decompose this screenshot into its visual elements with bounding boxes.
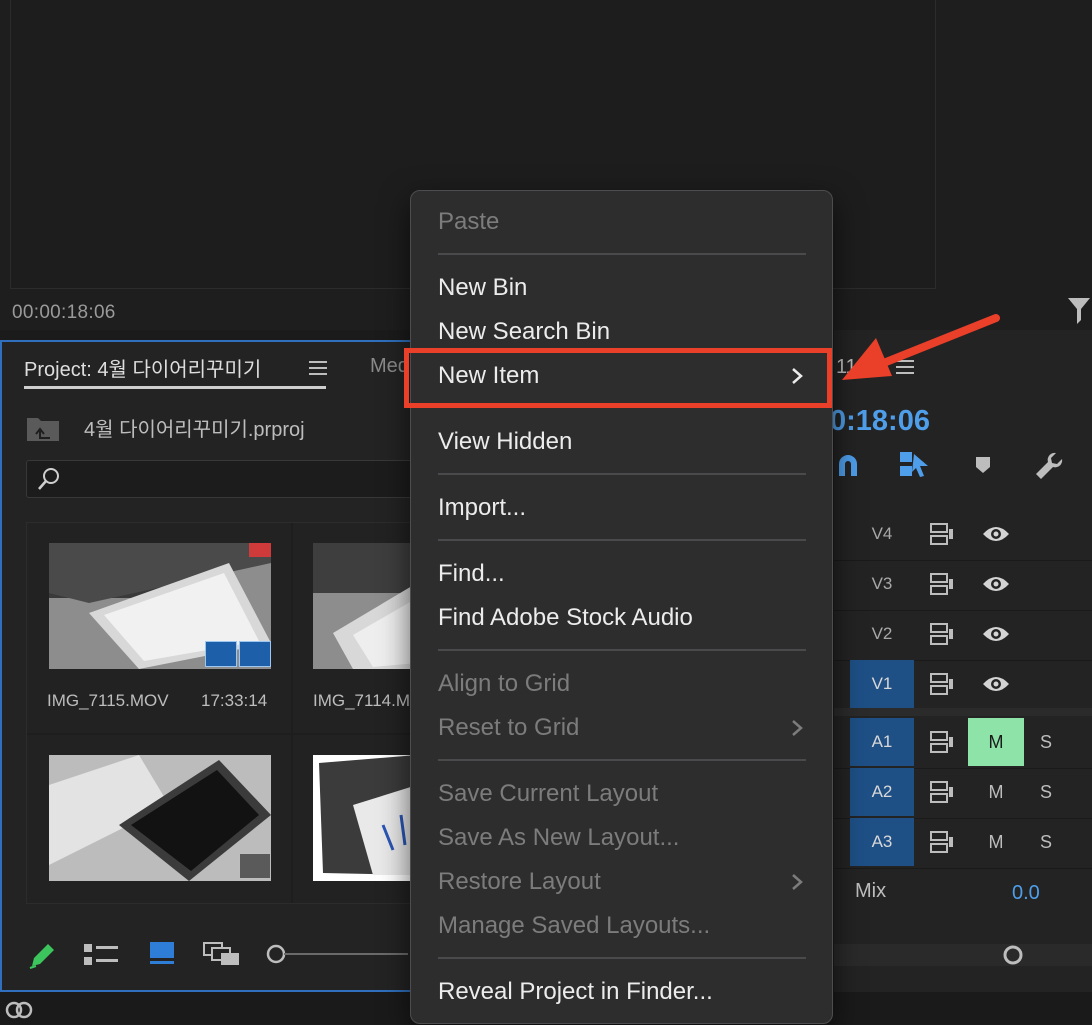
bin-grid: IMG_7115.MOV 17:33:14 IMG_7114.M [26, 522, 418, 904]
mix-label: Mix [855, 880, 887, 902]
thumbnail-image [49, 755, 271, 881]
mute-button[interactable]: M [968, 818, 1024, 866]
eye-icon[interactable] [982, 624, 1010, 649]
media-item-4[interactable] [293, 735, 417, 903]
menu-item-align-to-grid[interactable]: Align to Grid [438, 670, 570, 698]
track-label[interactable]: A1 [850, 718, 914, 766]
sync-lock-icon[interactable] [930, 831, 954, 858]
thumbnail-image [313, 543, 417, 669]
scrollbar-handle[interactable] [1002, 944, 1024, 971]
wrench-icon[interactable] [1034, 451, 1064, 486]
sync-lock-icon[interactable] [930, 623, 954, 650]
media-item-name: IMG_7114.M [313, 691, 411, 710]
menu-separator [438, 253, 806, 255]
marker-icon[interactable] [974, 455, 992, 480]
linked-selection-icon[interactable] [898, 450, 930, 485]
track-row-v2: V2 [834, 610, 1092, 661]
icon-view-icon[interactable] [150, 942, 174, 969]
menu-item-view-hidden[interactable]: View Hidden [438, 428, 572, 456]
track-row-v4: V4 [834, 510, 1092, 561]
menu-item-save-current-layout[interactable]: Save Current Layout [438, 780, 658, 808]
media-item-duration: 17:33:14 [201, 691, 268, 710]
folder-up-icon[interactable] [26, 414, 60, 447]
mute-button[interactable]: M [968, 718, 1024, 766]
track-divider[interactable] [834, 708, 1092, 716]
timeline-timecode[interactable]: 0:18:06 [830, 405, 930, 438]
track-label[interactable]: V2 [850, 610, 914, 658]
menu-separator [438, 649, 806, 651]
thumbnail-zoom-slider[interactable] [266, 944, 408, 964]
sync-lock-icon[interactable] [930, 523, 954, 550]
active-tab-underline [24, 386, 326, 389]
menu-item-save-as-new-layout[interactable]: Save As New Layout... [438, 824, 679, 852]
project-tab-label[interactable]: Project: 4월 다이어리꾸미기 [24, 353, 261, 382]
project-file-name: 4월 다이어리꾸미기.prproj [84, 419, 305, 441]
sync-lock-icon[interactable] [930, 673, 954, 700]
eye-icon[interactable] [982, 574, 1010, 599]
menu-item-reveal-project-in-finder[interactable]: Reveal Project in Finder... [438, 978, 713, 1006]
menu-item-new-bin[interactable]: New Bin [438, 274, 527, 302]
annotation-highlight-box [404, 348, 832, 408]
film-badge-icon [205, 641, 237, 667]
eye-icon[interactable] [982, 674, 1010, 699]
timeline-zoom-scrollbar[interactable] [834, 944, 1092, 966]
menu-item-reset-to-grid[interactable]: Reset to Grid [438, 714, 579, 742]
menu-separator [438, 957, 806, 959]
media-item-3[interactable] [27, 735, 291, 903]
mute-button[interactable]: M [968, 768, 1024, 816]
thumbnail-image [313, 755, 417, 881]
mix-value[interactable]: 0.0 [1012, 882, 1040, 905]
magnet-snap-icon[interactable] [836, 452, 860, 483]
track-row-a2: A2 M S [834, 768, 1092, 819]
menu-item-restore-layout[interactable]: Restore Layout [438, 868, 601, 896]
menu-separator [438, 473, 806, 475]
track-label[interactable]: V3 [850, 560, 914, 608]
annotation-arrow-icon [836, 310, 1002, 391]
audio-badge-icon [239, 641, 271, 667]
filter-icon[interactable] [1066, 296, 1092, 331]
audio-badge-icon [239, 853, 271, 879]
chevron-right-icon [790, 872, 804, 897]
sync-lock-icon[interactable] [930, 573, 954, 600]
sync-lock-icon[interactable] [930, 781, 954, 808]
menu-separator [438, 539, 806, 541]
list-view-icon[interactable] [84, 944, 118, 971]
sync-lock-icon[interactable] [930, 731, 954, 758]
menu-item-import[interactable]: Import... [438, 494, 526, 522]
track-label[interactable]: A3 [850, 818, 914, 866]
media-item-2[interactable]: IMG_7114.M [293, 523, 417, 733]
track-row-a3: A3 M S [834, 818, 1092, 869]
solo-button[interactable]: S [1040, 768, 1060, 816]
project-search-input[interactable] [26, 460, 416, 498]
media-item-name: IMG_7115.MOV [47, 691, 169, 710]
pencil-icon[interactable] [28, 940, 56, 975]
thumbnail-image [49, 543, 271, 669]
menu-item-paste[interactable]: Paste [438, 208, 499, 236]
chevron-right-icon [790, 718, 804, 743]
track-label[interactable]: V4 [850, 510, 914, 558]
monitor-timecode[interactable]: 00:00:18:06 [12, 302, 116, 324]
menu-item-manage-saved-layouts[interactable]: Manage Saved Layouts... [438, 912, 710, 940]
track-label[interactable]: A2 [850, 768, 914, 816]
solo-button[interactable]: S [1040, 818, 1060, 866]
menu-item-find-adobe-stock-audio[interactable]: Find Adobe Stock Audio [438, 604, 693, 632]
media-item-1[interactable]: IMG_7115.MOV 17:33:14 [27, 523, 291, 733]
menu-item-new-search-bin[interactable]: New Search Bin [438, 318, 610, 346]
track-row-a1: A1 M S [834, 718, 1092, 769]
freeform-view-icon[interactable] [203, 942, 241, 971]
track-row-v1: V1 [834, 660, 1092, 711]
menu-item-find[interactable]: Find... [438, 560, 505, 588]
eye-icon[interactable] [982, 524, 1010, 549]
creative-cloud-icon[interactable] [4, 998, 34, 1025]
solo-button[interactable]: S [1040, 718, 1060, 766]
track-label[interactable]: V1 [850, 660, 914, 708]
search-icon [36, 466, 62, 497]
menu-separator [438, 759, 806, 761]
track-row-v3: V3 [834, 560, 1092, 611]
hamburger-menu-icon[interactable] [309, 361, 327, 380]
